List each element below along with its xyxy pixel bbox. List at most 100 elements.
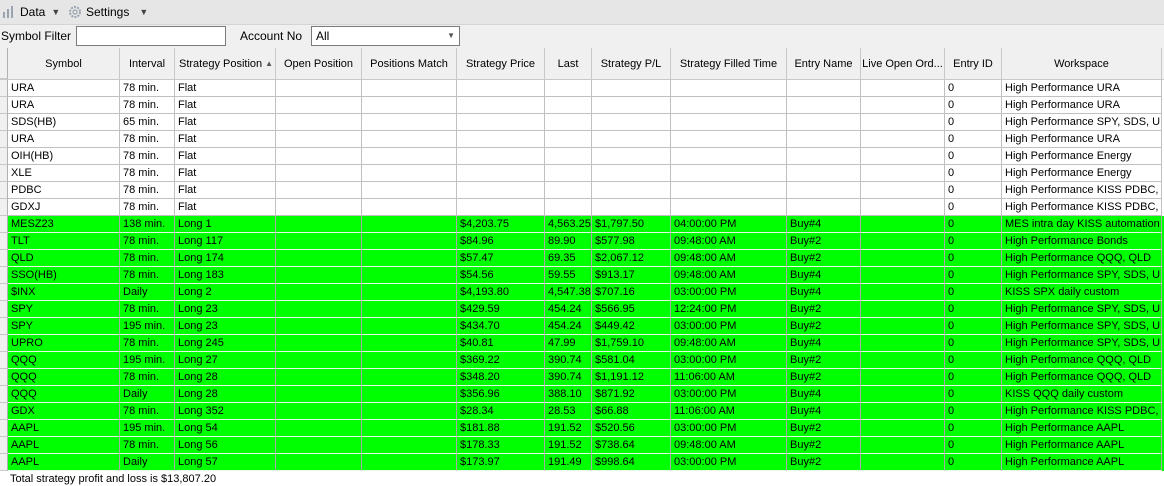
table-row[interactable]: URA 78 min. Flat 0 High Performance URA <box>0 97 1164 114</box>
table-row[interactable]: QQQ Daily Long 28 $356.96 388.10 $871.92 03:00… <box>0 386 1164 403</box>
cell-positions-match <box>362 250 457 267</box>
column-header-last[interactable]: Last <box>545 48 592 79</box>
cell-strategy-filled-time <box>671 165 787 182</box>
column-header-entry-id[interactable]: Entry ID <box>945 48 1002 79</box>
table-row[interactable]: $INX Daily Long 2 $4,193.80 4,547.38 $707.16 0… <box>0 284 1164 301</box>
row-selector[interactable] <box>0 403 8 420</box>
column-header-interval[interactable]: Interval <box>120 48 175 79</box>
cell-symbol: AAPL <box>8 454 120 471</box>
row-selector[interactable] <box>0 80 8 97</box>
row-selector[interactable] <box>0 182 8 199</box>
settings-menu[interactable]: Settings ▼ <box>68 3 148 21</box>
table-row[interactable]: PDBC 78 min. Flat 0 High Performance KISS PD… <box>0 182 1164 199</box>
table-row[interactable]: URA 78 min. Flat 0 High Performance URA <box>0 131 1164 148</box>
cell-workspace: High Performance AAPL <box>1002 454 1162 471</box>
cell-strategy-price: $4,193.80 <box>457 284 545 301</box>
table-row[interactable]: SPY 78 min. Long 23 $429.59 454.24 $566.95 12:… <box>0 301 1164 318</box>
cell-strategy-pl: $449.42 <box>592 318 671 335</box>
row-selector[interactable] <box>0 301 8 318</box>
cell-last <box>545 199 592 216</box>
cell-strategy-price: $178.33 <box>457 437 545 454</box>
row-selector[interactable] <box>0 284 8 301</box>
cell-positions-match <box>362 420 457 437</box>
row-selector[interactable] <box>0 165 8 182</box>
row-selector[interactable] <box>0 369 8 386</box>
row-selector[interactable] <box>0 454 8 471</box>
cell-strategy-pl: $1,797.50 <box>592 216 671 233</box>
column-header-strategy-pl[interactable]: Strategy P/L <box>592 48 671 79</box>
table-row[interactable]: SDS(HB) 65 min. Flat 0 High Performance SPY,… <box>0 114 1164 131</box>
cell-strategy-pl: $1,191.12 <box>592 369 671 386</box>
cell-workspace: High Performance KISS PDBC, G <box>1002 199 1162 216</box>
row-selector[interactable] <box>0 420 8 437</box>
row-selector[interactable] <box>0 352 8 369</box>
cell-entry-id: 0 <box>945 386 1002 403</box>
cell-open-position <box>276 420 362 437</box>
table-row[interactable]: TLT 78 min. Long 117 $84.96 89.90 $577.98 09:4… <box>0 233 1164 250</box>
row-selector[interactable] <box>0 318 8 335</box>
table-row[interactable]: QLD 78 min. Long 174 $57.47 69.35 $2,067.12 09… <box>0 250 1164 267</box>
row-selector[interactable] <box>0 335 8 352</box>
cell-strategy-price: $429.59 <box>457 301 545 318</box>
table-row[interactable]: AAPL 195 min. Long 54 $181.88 191.52 $520.56 0… <box>0 420 1164 437</box>
cell-strategy-pl <box>592 165 671 182</box>
row-selector[interactable] <box>0 233 8 250</box>
row-selector[interactable] <box>0 199 8 216</box>
column-header-entry-name[interactable]: Entry Name <box>787 48 861 79</box>
cell-workspace: High Performance Energy <box>1002 165 1162 182</box>
table-row[interactable]: OIH(HB) 78 min. Flat 0 High Performance Ener… <box>0 148 1164 165</box>
column-header-label: Last <box>557 57 579 70</box>
table-row[interactable]: GDXJ 78 min. Flat 0 High Performance KISS PD… <box>0 199 1164 216</box>
cell-interval: 195 min. <box>120 420 175 437</box>
table-row[interactable]: AAPL 78 min. Long 56 $178.33 191.52 $738.64 09… <box>0 437 1164 454</box>
cell-strategy-filled-time: 09:48:00 AM <box>671 437 787 454</box>
table-row[interactable]: MESZ23 138 min. Long 1 $4,203.75 4,563.25 $1,… <box>0 216 1164 233</box>
column-header-positions-match[interactable]: Positions Match <box>362 48 457 79</box>
table-row[interactable]: UPRO 78 min. Long 245 $40.81 47.99 $1,759.10 0… <box>0 335 1164 352</box>
table-row[interactable]: QQQ 78 min. Long 28 $348.20 390.74 $1,191.12 1… <box>0 369 1164 386</box>
cell-live-open-orders <box>861 233 945 250</box>
row-selector[interactable] <box>0 216 8 233</box>
cell-entry-id: 0 <box>945 250 1002 267</box>
cell-positions-match <box>362 199 457 216</box>
column-header-strategy-position[interactable]: Strategy Position ▲ <box>175 48 276 79</box>
cell-interval: 78 min. <box>120 233 175 250</box>
row-selector[interactable] <box>0 148 8 165</box>
table-row[interactable]: GDX 78 min. Long 352 $28.34 28.53 $66.88 11:06… <box>0 403 1164 420</box>
cell-entry-name <box>787 131 861 148</box>
symbol-filter-input[interactable] <box>76 26 226 46</box>
column-header-open-position[interactable]: Open Position <box>276 48 362 79</box>
row-selector[interactable] <box>0 114 8 131</box>
cell-last <box>545 131 592 148</box>
column-header-live-open-orders[interactable]: Live Open Ord... <box>861 48 945 79</box>
table-row[interactable]: SPY 195 min. Long 23 $434.70 454.24 $449.42 03… <box>0 318 1164 335</box>
table-row[interactable]: AAPL Daily Long 57 $173.97 191.49 $998.64 03:0… <box>0 454 1164 471</box>
cell-interval: Daily <box>120 386 175 403</box>
filter-bar: Symbol Filter Account No All ▼ <box>0 25 1164 48</box>
column-header-label: Strategy Filled Time <box>679 57 778 70</box>
account-no-select[interactable]: All ▼ <box>311 26 460 46</box>
bar-chart-icon <box>3 6 13 18</box>
table-row[interactable]: XLE 78 min. Flat 0 High Performance Energy <box>0 165 1164 182</box>
column-header-strategy-price[interactable]: Strategy Price <box>457 48 545 79</box>
table-row[interactable]: QQQ 195 min. Long 27 $369.22 390.74 $581.04 03… <box>0 352 1164 369</box>
row-selector[interactable] <box>0 437 8 454</box>
cell-last: 4,563.25 <box>545 216 592 233</box>
column-header-symbol[interactable]: Symbol <box>8 48 120 79</box>
table-row[interactable]: URA 78 min. Flat 0 High Performance URA <box>0 80 1164 97</box>
row-selector[interactable] <box>0 386 8 403</box>
cell-live-open-orders <box>861 114 945 131</box>
cell-entry-id: 0 <box>945 165 1002 182</box>
row-selector[interactable] <box>0 97 8 114</box>
cell-symbol: PDBC <box>8 182 120 199</box>
cell-entry-id: 0 <box>945 284 1002 301</box>
row-selector-header[interactable] <box>0 48 8 79</box>
data-menu[interactable]: Data ▼ <box>2 3 60 21</box>
row-selector[interactable] <box>0 250 8 267</box>
table-row[interactable]: SSO(HB) 78 min. Long 183 $54.56 59.55 $913.17… <box>0 267 1164 284</box>
column-header-strategy-filled-time[interactable]: Strategy Filled Time <box>671 48 787 79</box>
cell-workspace: High Performance SPY, SDS, U <box>1002 335 1162 352</box>
row-selector[interactable] <box>0 131 8 148</box>
column-header-workspace[interactable]: Workspace <box>1002 48 1162 79</box>
row-selector[interactable] <box>0 267 8 284</box>
